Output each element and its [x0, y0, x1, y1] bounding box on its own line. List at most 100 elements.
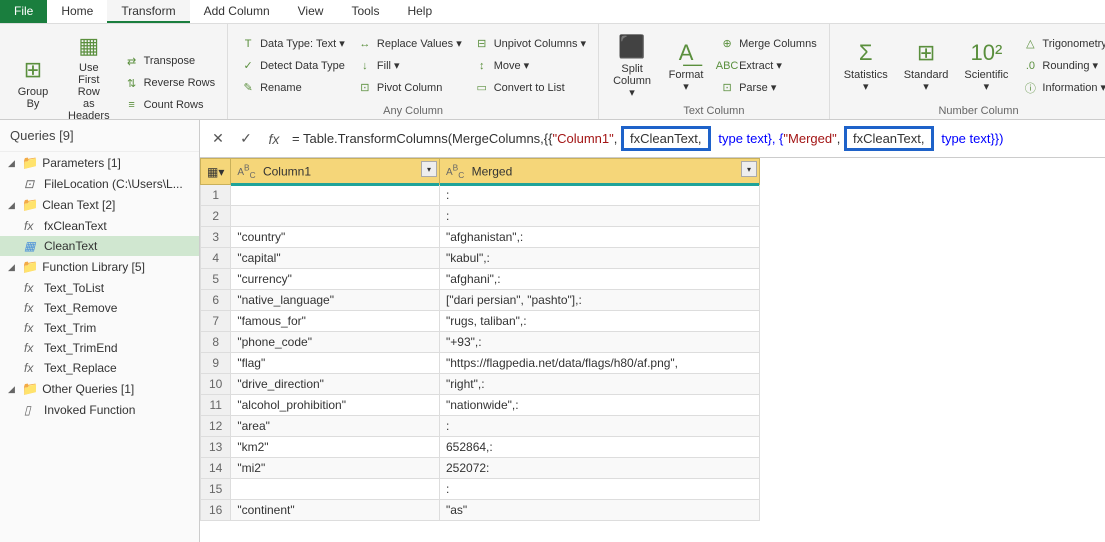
ribbon-button[interactable]: ↕Move ▾ — [470, 56, 590, 76]
column-header-merged[interactable]: ABC Merged ▾ — [440, 159, 760, 185]
ribbon-button[interactable]: ⊟Unpivot Columns ▾ — [470, 34, 590, 54]
cancel-formula-button[interactable]: ✕ — [208, 129, 228, 149]
cell[interactable] — [231, 206, 440, 227]
tree-item[interactable]: ▯Invoked Function — [0, 400, 199, 420]
tree-item[interactable]: fxText_Remove — [0, 298, 199, 318]
tree-item[interactable]: fxText_TrimEnd — [0, 338, 199, 358]
row-number[interactable]: 3 — [201, 227, 231, 248]
cell[interactable]: "flag" — [231, 353, 440, 374]
cell[interactable] — [231, 479, 440, 500]
table-row[interactable]: 12 "area" : — [201, 416, 760, 437]
row-number[interactable]: 2 — [201, 206, 231, 227]
tree-item[interactable]: ⊡FileLocation (C:\Users\L... — [0, 174, 199, 194]
ribbon-button[interactable]: 10²Scientific▾ — [958, 28, 1014, 103]
table-row[interactable]: 1 : — [201, 185, 760, 206]
ribbon-button[interactable]: ↓Fill ▾ — [353, 56, 466, 76]
cell[interactable]: "kabul",: — [440, 248, 760, 269]
cell[interactable]: 252072: — [440, 458, 760, 479]
cell[interactable]: "rugs, taliban",: — [440, 311, 760, 332]
ribbon-button[interactable]: △Trigonometry ▾ — [1018, 34, 1105, 54]
filter-button[interactable]: ▾ — [421, 161, 437, 177]
tab-transform[interactable]: Transform — [107, 0, 189, 23]
cell[interactable]: "nationwide",: — [440, 395, 760, 416]
cell[interactable]: "alcohol_prohibition" — [231, 395, 440, 416]
tree-folder[interactable]: ◢📁Parameters [1] — [0, 152, 199, 174]
cell[interactable]: "currency" — [231, 269, 440, 290]
cell[interactable]: "as" — [440, 500, 760, 521]
cell[interactable]: "famous_for" — [231, 311, 440, 332]
cell[interactable]: "continent" — [231, 500, 440, 521]
cell[interactable]: "afghanistan",: — [440, 227, 760, 248]
table-row[interactable]: 9 "flag" "https://flagpedia.net/data/fla… — [201, 353, 760, 374]
ribbon-button[interactable]: ✎Rename — [236, 78, 349, 98]
cell[interactable]: "right",: — [440, 374, 760, 395]
ribbon-button[interactable]: ⇄Transpose — [120, 51, 220, 71]
tree-folder[interactable]: ◢📁Function Library [5] — [0, 256, 199, 278]
tab-add-column[interactable]: Add Column — [190, 0, 284, 23]
row-number[interactable]: 13 — [201, 437, 231, 458]
row-number[interactable]: 10 — [201, 374, 231, 395]
tab-file[interactable]: File — [0, 0, 47, 23]
table-row[interactable]: 2 : — [201, 206, 760, 227]
ribbon-button[interactable]: ⊡Pivot Column — [353, 78, 466, 98]
column-header-column1[interactable]: ABC Column1 ▾ — [231, 159, 440, 185]
ribbon-button[interactable]: ↔Replace Values ▾ — [353, 34, 466, 54]
ribbon-button[interactable]: ▭Convert to List — [470, 78, 590, 98]
cell[interactable]: "phone_code" — [231, 332, 440, 353]
ribbon-button[interactable]: ⊕Merge Columns — [715, 34, 821, 54]
table-row[interactable]: 8 "phone_code" "+93",: — [201, 332, 760, 353]
table-row[interactable]: 4 "capital" "kabul",: — [201, 248, 760, 269]
row-number[interactable]: 11 — [201, 395, 231, 416]
cell[interactable]: 652864,: — [440, 437, 760, 458]
cell[interactable]: "afghani",: — [440, 269, 760, 290]
cell[interactable]: "area" — [231, 416, 440, 437]
cell[interactable]: ["dari persian", "pashto"],: — [440, 290, 760, 311]
accept-formula-button[interactable]: ✓ — [236, 129, 256, 149]
ribbon-button[interactable]: A͟Format▾ — [661, 28, 711, 103]
tab-tools[interactable]: Tools — [337, 0, 393, 23]
cell[interactable]: "country" — [231, 227, 440, 248]
cell[interactable]: "https://flagpedia.net/data/flags/h80/af… — [440, 353, 760, 374]
table-row[interactable]: 11 "alcohol_prohibition" "nationwide",: — [201, 395, 760, 416]
tab-home[interactable]: Home — [47, 0, 107, 23]
row-number[interactable]: 8 — [201, 332, 231, 353]
tree-item[interactable]: fxfxCleanText — [0, 216, 199, 236]
tree-folder[interactable]: ◢📁Other Queries [1] — [0, 378, 199, 400]
cell[interactable]: "native_language" — [231, 290, 440, 311]
table-row[interactable]: 3 "country" "afghanistan",: — [201, 227, 760, 248]
cell[interactable]: "+93",: — [440, 332, 760, 353]
row-number[interactable]: 7 — [201, 311, 231, 332]
ribbon-button[interactable]: ΣStatistics▾ — [838, 28, 894, 103]
ribbon-button[interactable]: ABCExtract ▾ — [715, 56, 821, 76]
ribbon-button[interactable]: ✓Detect Data Type — [236, 56, 349, 76]
tree-item[interactable]: fxText_Replace — [0, 358, 199, 378]
table-row[interactable]: 5 "currency" "afghani",: — [201, 269, 760, 290]
tree-item[interactable]: ▦CleanText — [0, 236, 199, 256]
row-number[interactable]: 6 — [201, 290, 231, 311]
cell[interactable] — [231, 185, 440, 206]
cell[interactable]: "drive_direction" — [231, 374, 440, 395]
ribbon-button[interactable]: ⬛SplitColumn ▾ — [607, 28, 657, 103]
table-row[interactable]: 6 "native_language" ["dari persian", "pa… — [201, 290, 760, 311]
ribbon-button[interactable]: ⊞Standard▾ — [898, 28, 955, 103]
table-row[interactable]: 14 "mi2" 252072: — [201, 458, 760, 479]
row-number[interactable]: 9 — [201, 353, 231, 374]
row-number[interactable]: 5 — [201, 269, 231, 290]
cell[interactable]: : — [440, 185, 760, 206]
row-number[interactable]: 15 — [201, 479, 231, 500]
data-grid[interactable]: ▦▾ ABC Column1 ▾ ABC Merged ▾ — [200, 158, 1105, 542]
ribbon-button[interactable]: ⊡Parse ▾ — [715, 78, 821, 98]
table-row[interactable]: 13 "km2" 652864,: — [201, 437, 760, 458]
ribbon-button[interactable]: TData Type: Text ▾ — [236, 34, 349, 54]
row-number[interactable]: 14 — [201, 458, 231, 479]
table-row[interactable]: 7 "famous_for" "rugs, taliban",: — [201, 311, 760, 332]
ribbon-button[interactable]: ≡Count Rows — [120, 95, 220, 115]
cell[interactable]: : — [440, 206, 760, 227]
table-row[interactable]: 15 : — [201, 479, 760, 500]
tab-help[interactable]: Help — [393, 0, 446, 23]
ribbon-button[interactable]: .0Rounding ▾ — [1018, 56, 1105, 76]
ribbon-button[interactable]: ⓘInformation ▾ — [1018, 78, 1105, 98]
table-row[interactable]: 16 "continent" "as" — [201, 500, 760, 521]
tab-view[interactable]: View — [284, 0, 338, 23]
cell[interactable]: "mi2" — [231, 458, 440, 479]
